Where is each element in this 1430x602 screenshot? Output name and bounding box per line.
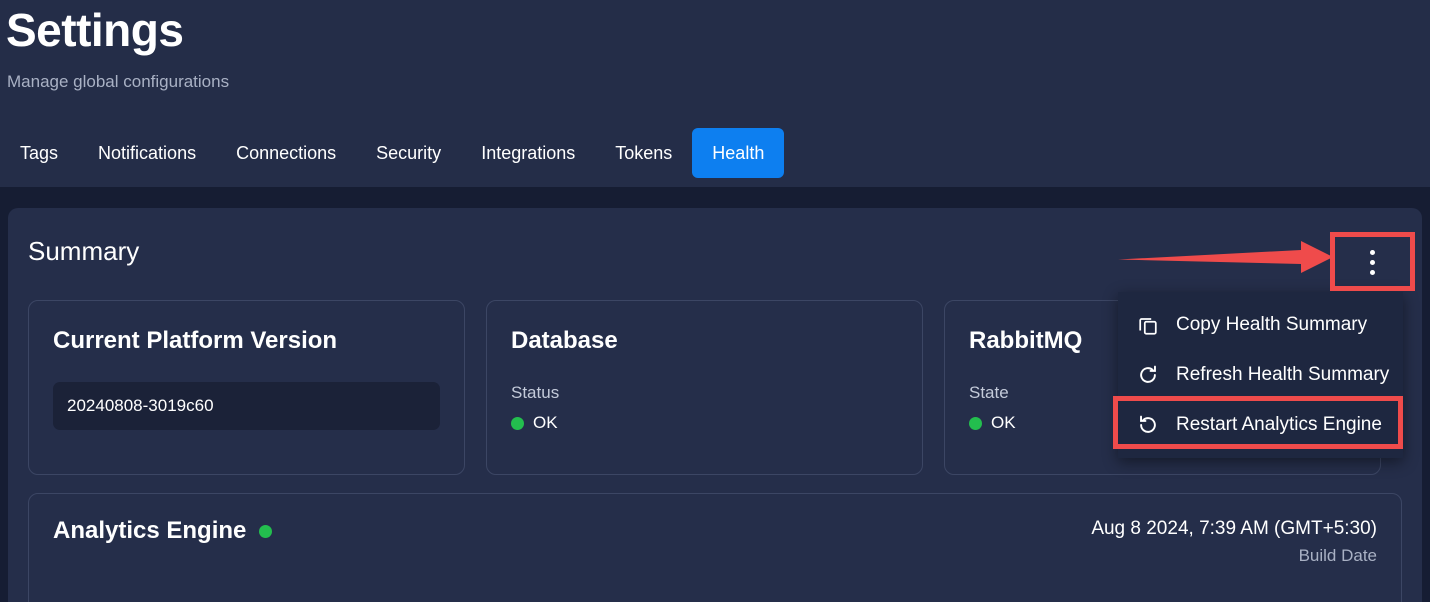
menu-item-restart-analytics-engine[interactable]: Restart Analytics Engine [1118,400,1403,450]
menu-item-label: Refresh Health Summary [1176,364,1390,385]
refresh-cw-icon [1136,363,1160,387]
database-status-label: Status [511,383,560,402]
status-ok-dot-icon [511,416,524,430]
tab-tags[interactable]: Tags [0,128,78,178]
tab-tokens[interactable]: Tokens [595,128,692,178]
menu-item-label: Restart Analytics Engine [1176,414,1382,435]
panel-title: Summary [28,236,140,266]
page-header: Settings Manage global configurations Ta… [0,0,1430,187]
card-database: Database Status OK [486,300,923,475]
card-title: Current Platform Version [53,327,338,354]
more-vertical-icon [1370,269,1375,275]
database-status-row: OK [511,412,898,434]
tab-health[interactable]: Health [692,128,785,178]
build-date-label: Build Date [1298,546,1377,565]
tab-bar: Tags Notifications Connections Security … [0,128,785,178]
build-date-value: Aug 8 2024, 7:39 AM (GMT+5:30) [1091,518,1377,539]
health-options-menu: Copy Health Summary Refresh Health Summa… [1118,292,1403,458]
status-ok-dot-icon [969,416,982,430]
more-options-button[interactable] [1330,233,1415,291]
rotate-ccw-icon [1136,413,1160,437]
card-title: Database [511,327,618,354]
tab-connections[interactable]: Connections [216,128,356,178]
tab-notifications[interactable]: Notifications [78,128,216,178]
menu-item-copy-health-summary[interactable]: Copy Health Summary [1118,300,1403,350]
page-subtitle: Manage global configurations [7,72,230,91]
copy-icon [1136,313,1160,337]
more-vertical-icon [1370,249,1375,255]
status-ok-dot-icon [259,524,273,538]
card-current-platform-version: Current Platform Version 20240808-3019c6… [28,300,465,475]
tab-integrations[interactable]: Integrations [461,128,595,178]
tab-security[interactable]: Security [356,128,461,178]
database-status-value: OK [533,413,558,432]
analytics-engine-title: Analytics Engine [53,517,247,544]
rabbitmq-state-value: OK [991,413,1016,432]
page-title: Settings [6,4,184,56]
card-analytics-engine: Analytics Engine Aug 8 2024, 7:39 AM (GM… [28,493,1402,602]
menu-item-label: Copy Health Summary [1176,314,1368,335]
more-vertical-icon [1370,259,1375,265]
platform-version-value: 20240808-3019c60 [53,382,440,430]
screen-root: Settings Manage global configurations Ta… [0,0,1430,602]
menu-item-refresh-health-summary[interactable]: Refresh Health Summary [1118,350,1403,400]
analytics-engine-build-info: Aug 8 2024, 7:39 AM (GMT+5:30) Build Dat… [1091,516,1377,568]
analytics-engine-heading: Analytics Engine [53,516,273,546]
